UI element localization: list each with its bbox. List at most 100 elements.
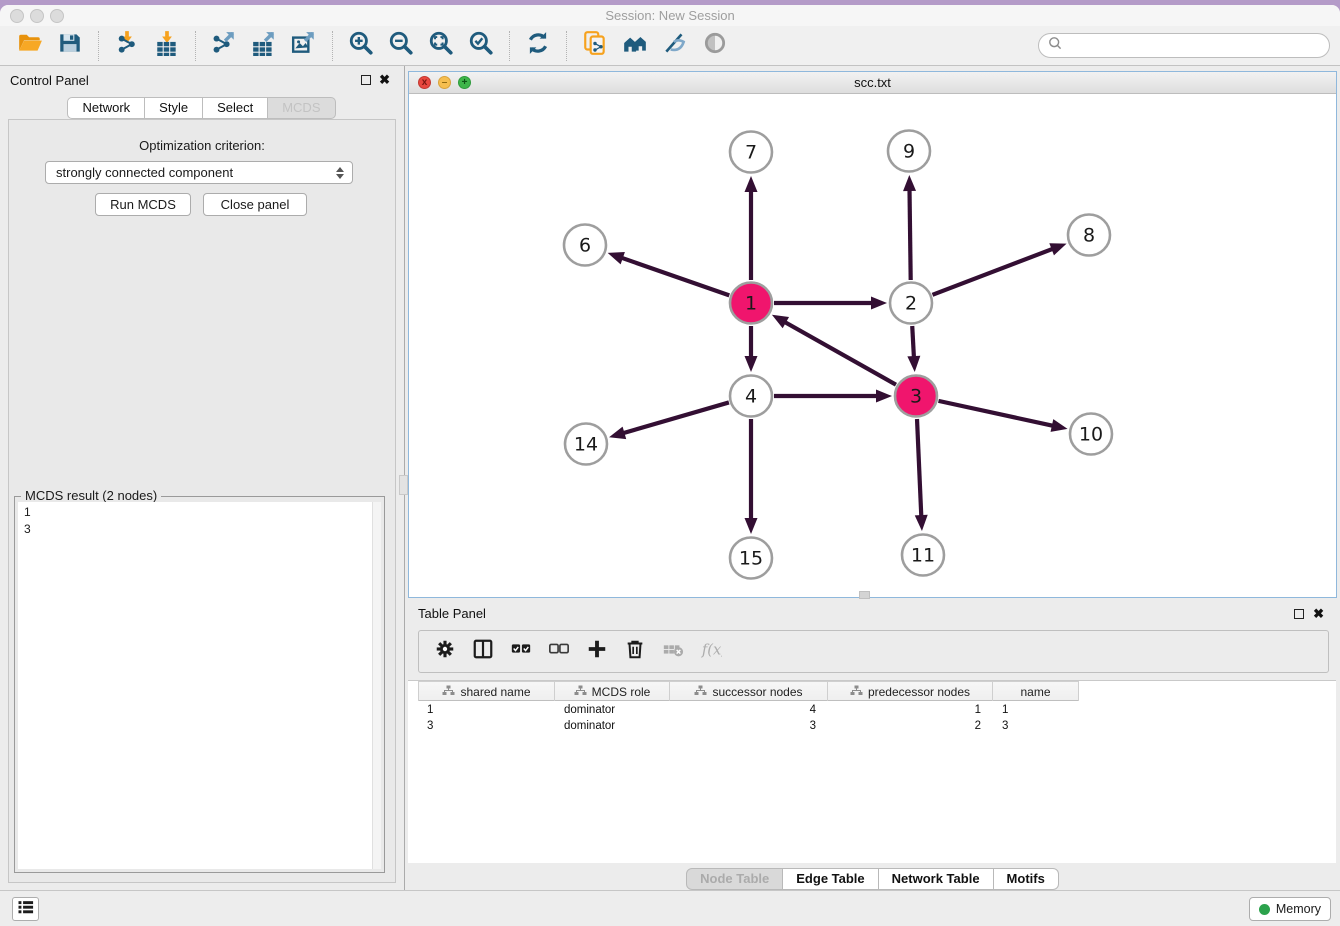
result-scrollbar[interactable] [372,502,381,869]
graph-node-3[interactable]: 3 [895,376,937,417]
graph-edge-2-9[interactable] [903,175,916,280]
graph-node-6[interactable]: 6 [564,225,606,266]
optimization-criterion-label: Optimization criterion: [9,138,395,153]
graph-edge-3-1[interactable] [772,315,896,385]
table-cell[interactable]: dominator [555,718,670,734]
graph-node-2[interactable]: 2 [890,283,932,324]
graph-node-1[interactable]: 1 [730,283,772,324]
open-folder-button[interactable] [13,31,47,61]
table-cell[interactable]: dominator [555,702,670,718]
close-panel-button[interactable]: Close panel [203,193,307,216]
import-network-button[interactable] [110,31,144,61]
export-image-button[interactable] [287,31,321,61]
close-panel-icon[interactable]: ✖ [379,72,390,88]
gear-button[interactable] [432,639,458,665]
float-panel-icon[interactable] [361,75,371,85]
select-all-button[interactable] [508,639,534,665]
graph-edge-3-11[interactable] [915,419,928,531]
zoom-out-button[interactable] [384,31,418,61]
table-cell[interactable]: 1 [418,702,555,718]
graph-edge-4-3[interactable] [774,390,892,403]
column-header-name[interactable]: name [993,681,1079,701]
graph-edge-1-4[interactable] [745,326,758,372]
tab-network[interactable]: Network [67,97,145,119]
tab-node-table[interactable]: Node Table [686,868,783,890]
graph-edge-4-14[interactable] [609,402,729,439]
columns-button[interactable] [470,639,496,665]
table-cell[interactable]: 3 [993,718,1079,734]
tab-style[interactable]: Style [145,97,203,119]
graph-node-9[interactable]: 9 [888,131,930,172]
graph-edge-2-3[interactable] [907,326,920,372]
trash-button[interactable] [622,639,648,665]
control-panel-title: Control Panel [10,73,89,88]
network-window-titlebar[interactable]: x – + scc.txt [409,72,1336,94]
graph-edge-2-8[interactable] [932,243,1066,295]
export-network-button[interactable] [207,31,241,61]
table-cell[interactable]: 1 [828,702,993,718]
node-label: 9 [903,141,915,163]
refresh-layout-button[interactable] [521,31,555,61]
mcds-result-text[interactable]: 13 [18,502,381,869]
deselect-all-icon [548,638,570,665]
table-close-panel-icon[interactable]: ✖ [1313,606,1324,622]
zoom-fit-button[interactable] [424,31,458,61]
control-panel: Control Panel ✖ NetworkStyleSelectMCDS O… [0,66,403,890]
table-float-panel-icon[interactable] [1294,609,1304,619]
tab-motifs[interactable]: Motifs [994,868,1059,890]
column-header-successor-nodes[interactable]: successor nodes [670,681,828,701]
table-row[interactable]: 1dominator411 [418,702,1079,718]
task-history-button[interactable] [12,897,39,921]
tab-mcds[interactable]: MCDS [268,97,335,119]
graph-node-15[interactable]: 15 [730,538,772,579]
add-button[interactable] [584,639,610,665]
export-table-icon [251,30,277,61]
graph-node-7[interactable]: 7 [730,132,772,173]
export-table-button[interactable] [247,31,281,61]
graph-edge-1-6[interactable] [608,252,730,295]
hide-details-button[interactable] [658,31,692,61]
show-details-button[interactable] [698,31,732,61]
node-label: 2 [905,293,917,315]
search-field[interactable] [1038,33,1330,58]
graph-node-14[interactable]: 14 [565,424,607,465]
column-header-MCDS-role[interactable]: MCDS role [555,681,670,701]
splitter-collapse-handle[interactable] [859,591,870,599]
tab-select[interactable]: Select [203,97,268,119]
houses-button[interactable] [618,31,652,61]
zoom-in-button[interactable] [344,31,378,61]
save-floppy-button[interactable] [53,31,87,61]
delete-table-button [660,639,686,665]
panel-divider-grip[interactable] [399,475,408,495]
add-icon [586,638,608,665]
criterion-select[interactable]: strongly connected component [45,161,353,184]
table-cell[interactable]: 1 [993,702,1079,718]
deselect-all-button[interactable] [546,639,572,665]
search-input[interactable] [1068,38,1329,53]
zoom-in-icon [348,30,374,61]
column-header-shared-name[interactable]: shared name [418,681,555,701]
tab-edge-table[interactable]: Edge Table [783,868,878,890]
column-header-predecessor-nodes[interactable]: predecessor nodes [828,681,993,701]
duplicate-network-button[interactable] [578,31,612,61]
graph-edge-3-10[interactable] [938,401,1067,432]
table-cell[interactable]: 3 [670,718,828,734]
graph-node-8[interactable]: 8 [1068,215,1110,256]
trash-icon [624,638,646,665]
zoom-selected-button[interactable] [464,31,498,61]
table-cell[interactable]: 2 [828,718,993,734]
tab-network-table[interactable]: Network Table [879,868,994,890]
memory-button[interactable]: Memory [1249,897,1331,921]
table-row[interactable]: 3dominator323 [418,718,1079,734]
graph-node-10[interactable]: 10 [1070,414,1112,455]
table-cell[interactable]: 3 [418,718,555,734]
graph-node-4[interactable]: 4 [730,376,772,417]
network-canvas[interactable]: 7 9 6 8 1 2 4 3 14 10 15 11 [409,94,1336,597]
run-mcds-button[interactable]: Run MCDS [95,193,191,216]
table-cell[interactable]: 4 [670,702,828,718]
graph-node-11[interactable]: 11 [902,535,944,576]
graph-edge-4-15[interactable] [745,419,758,534]
graph-edge-1-2[interactable] [774,297,887,310]
graph-edge-1-7[interactable] [745,176,758,280]
import-table-button[interactable] [150,31,184,61]
